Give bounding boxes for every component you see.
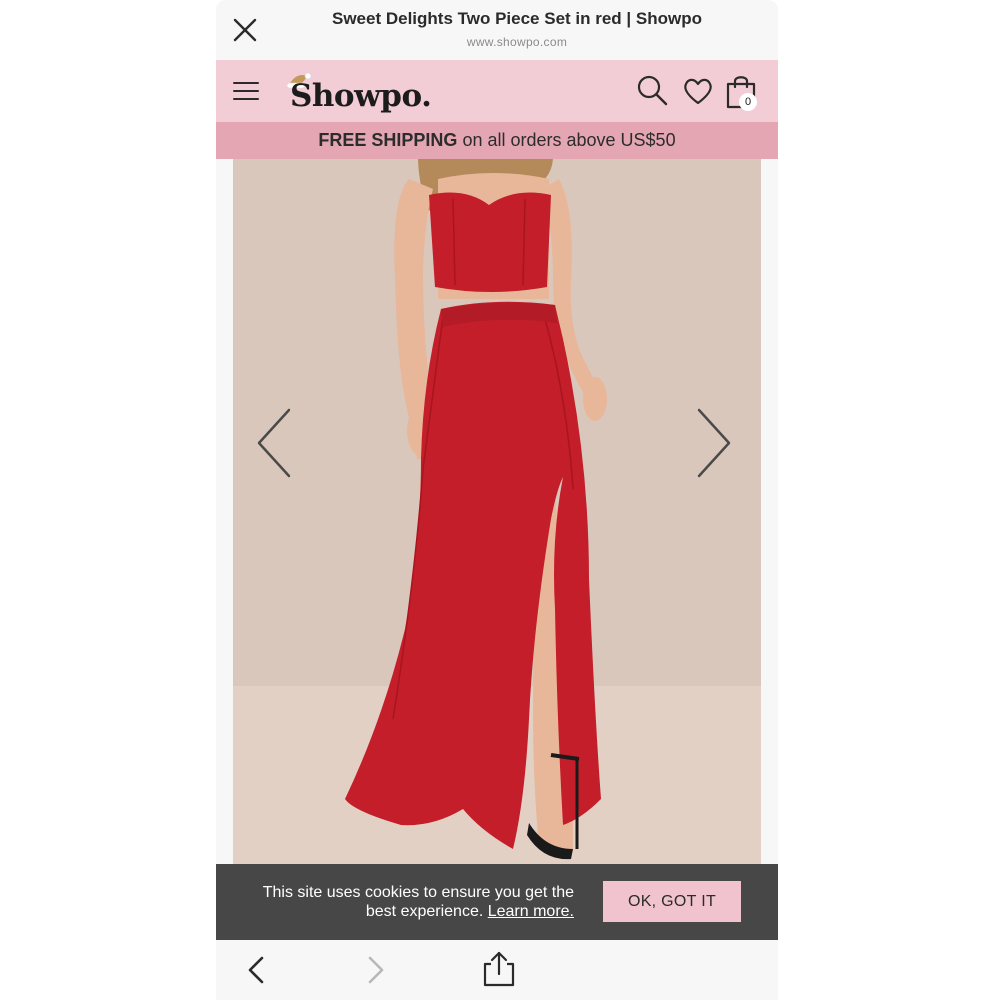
promo-highlight: FREE SHIPPING xyxy=(318,130,458,150)
forward-arrow-icon[interactable] xyxy=(364,954,388,986)
heart-icon[interactable] xyxy=(682,76,714,106)
chevron-left-icon[interactable] xyxy=(253,406,297,480)
chevron-right-icon[interactable] xyxy=(691,406,735,480)
mobile-browser: Sweet Delights Two Piece Set in red | Sh… xyxy=(216,0,778,1000)
model-figure xyxy=(345,159,607,860)
page-url: www.showpo.com xyxy=(466,35,568,49)
cookie-banner: This site uses cookies to ensure you get… xyxy=(216,864,778,940)
close-icon[interactable] xyxy=(230,15,260,45)
accept-cookies-button[interactable]: OK, GOT IT xyxy=(603,881,741,922)
page-title: Sweet Delights Two Piece Set in red | Sh… xyxy=(331,9,702,28)
site-header: Showpo. 0 xyxy=(216,60,778,122)
promo-text: on all orders above US$50 xyxy=(457,130,676,150)
cookie-message: This site uses cookies to ensure you get… xyxy=(230,883,574,921)
cart-count-badge: 0 xyxy=(739,93,757,111)
share-icon[interactable] xyxy=(482,950,516,988)
logo-text: Showpo. xyxy=(290,78,432,114)
showpo-logo[interactable]: Showpo. xyxy=(286,70,446,114)
product-image[interactable] xyxy=(233,159,761,865)
promo-banner: FREE SHIPPING on all orders above US$50 xyxy=(216,122,778,159)
browser-top-bar: Sweet Delights Two Piece Set in red | Sh… xyxy=(216,0,778,60)
browser-bottom-bar xyxy=(216,940,778,1000)
hamburger-menu-icon[interactable] xyxy=(233,80,259,102)
back-arrow-icon[interactable] xyxy=(244,954,268,986)
search-icon[interactable] xyxy=(636,74,668,106)
learn-more-link[interactable]: Learn more. xyxy=(488,903,574,920)
